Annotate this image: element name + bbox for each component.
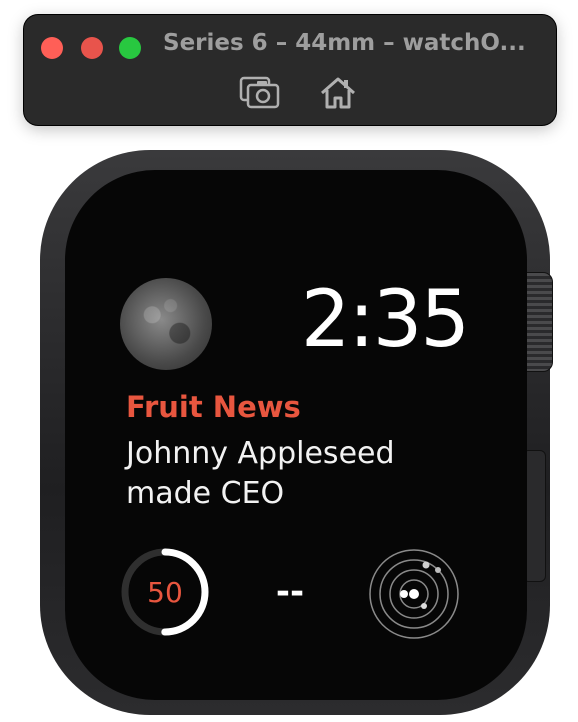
zoom-button[interactable]: [119, 37, 141, 59]
news-source[interactable]: Fruit News: [126, 390, 301, 424]
time-display: 2:35: [300, 275, 470, 365]
empty-complication[interactable]: --: [270, 572, 310, 612]
ring-value: 50: [147, 576, 183, 609]
home-icon: [321, 77, 355, 109]
window-title: Series 6 – 44mm – watchO...: [163, 30, 526, 56]
minimize-button[interactable]: [81, 37, 103, 59]
home-button[interactable]: [318, 75, 360, 115]
close-button[interactable]: [41, 37, 63, 59]
solar-system-icon[interactable]: [368, 548, 460, 640]
screenshot-button[interactable]: [239, 75, 281, 115]
moon-phase-icon[interactable]: [120, 278, 212, 370]
camera-icon: [239, 76, 280, 109]
news-headline[interactable]: Johnny Appleseed made CEO: [126, 434, 456, 514]
